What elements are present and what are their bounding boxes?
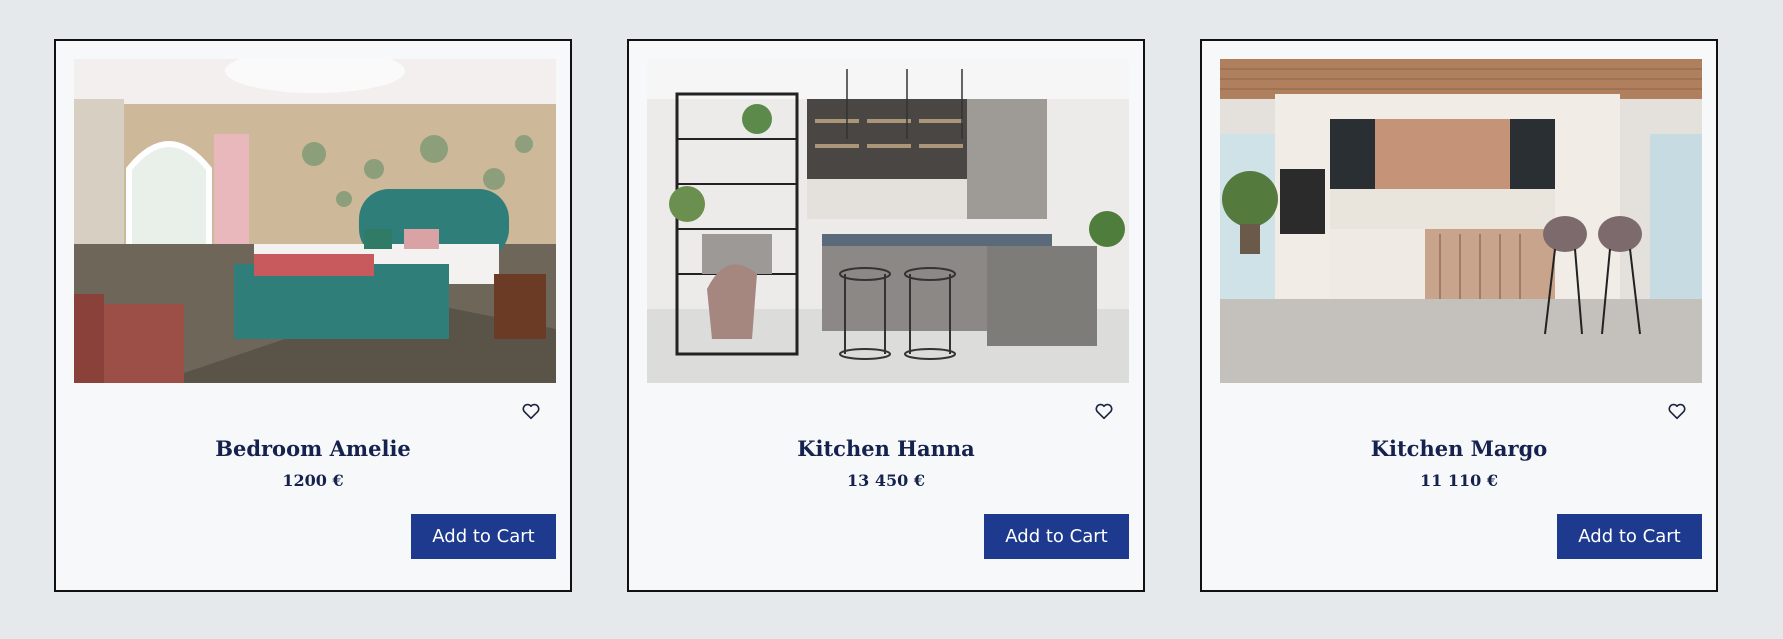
- product-title: Kitchen Margo: [1370, 436, 1548, 461]
- product-grid: Bedroom Amelie 1200 € Add to Cart Kitche…: [54, 39, 1718, 592]
- add-to-cart-button[interactable]: Add to Cart: [984, 514, 1129, 559]
- product-card: Bedroom Amelie 1200 € Add to Cart: [54, 39, 572, 592]
- product-image-kitchen-margo[interactable]: [1220, 59, 1702, 383]
- product-image-bedroom-amelie[interactable]: [74, 59, 556, 383]
- add-to-cart-button[interactable]: Add to Cart: [411, 514, 556, 559]
- product-price: 1200 €: [282, 471, 344, 490]
- product-price: 13 450 €: [847, 471, 925, 490]
- product-price: 11 110 €: [1420, 471, 1498, 490]
- product-card: Kitchen Hanna 13 450 € Add to Cart: [627, 39, 1145, 592]
- product-image-kitchen-hanna[interactable]: [647, 59, 1129, 383]
- heart-outline-icon[interactable]: [520, 400, 542, 422]
- heart-outline-icon[interactable]: [1093, 400, 1115, 422]
- heart-outline-icon[interactable]: [1666, 400, 1688, 422]
- product-title: Bedroom Amelie: [215, 436, 411, 461]
- add-to-cart-button[interactable]: Add to Cart: [1557, 514, 1702, 559]
- product-title: Kitchen Hanna: [797, 436, 975, 461]
- product-card: Kitchen Margo 11 110 € Add to Cart: [1200, 39, 1718, 592]
